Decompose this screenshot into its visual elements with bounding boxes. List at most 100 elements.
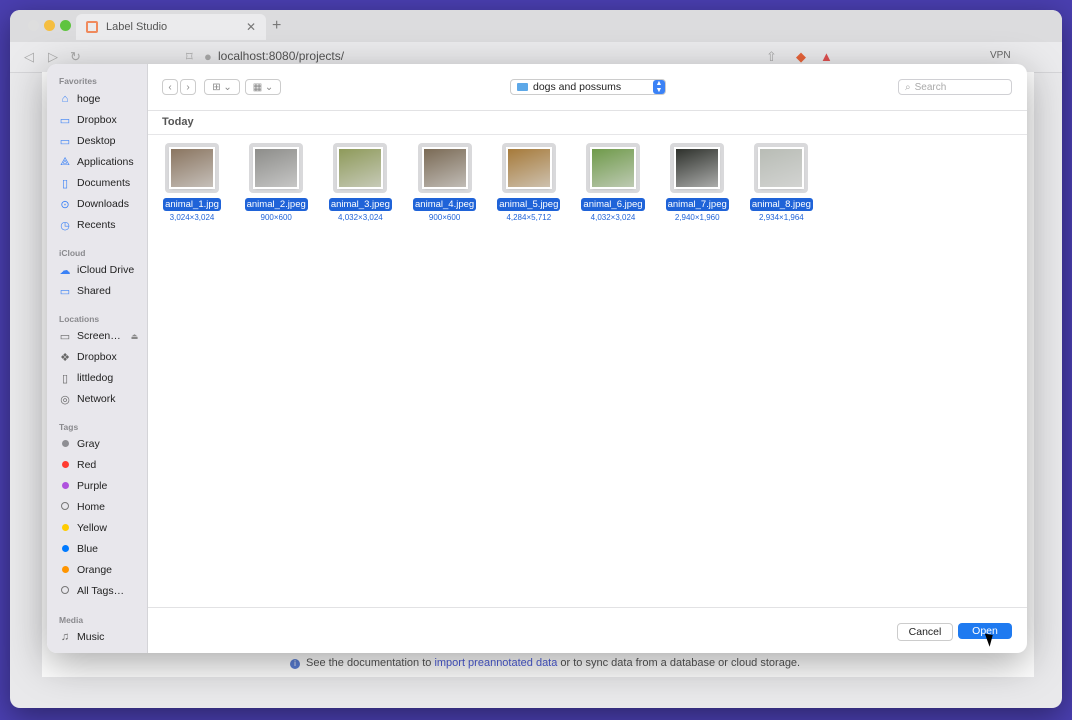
vpn-button[interactable]: VPN [990, 50, 1011, 61]
view-mode-button[interactable]: ⊞ ⌄ [204, 79, 240, 95]
file-name: animal_5.jpeg [497, 198, 561, 211]
share-icon[interactable]: ⇧ [766, 49, 777, 65]
bookmark-icon[interactable]: ⌑ [186, 49, 193, 65]
file-dimensions: 900×600 [260, 213, 292, 222]
reload-icon[interactable]: ↻ [70, 49, 81, 65]
file-thumbnail [165, 143, 219, 193]
icon-view-icon: ⊞ ⌄ [212, 81, 232, 93]
eject-icon[interactable]: ⏏ [131, 332, 139, 341]
sidebar-item-favorites[interactable]: ▯ Documents [59, 174, 143, 192]
back-icon[interactable]: ◁ [24, 49, 34, 65]
address-field[interactable]: localhost:8080/projects/ [218, 49, 344, 63]
image-preview [676, 149, 719, 187]
file-name: animal_4.jpeg [413, 198, 477, 211]
file-item[interactable]: animal_4.jpeg 900×600 [403, 143, 487, 222]
sidebar-item-tags[interactable]: Home [59, 498, 143, 516]
location-popup[interactable]: dogs and possums ▲ ▼ [510, 79, 666, 95]
tag-dot-icon [59, 459, 71, 471]
sidebar-item-tags[interactable]: Purple [59, 477, 143, 495]
file-item[interactable]: animal_1.jpg 3,024×3,024 [150, 143, 234, 222]
group-grid-icon: ▦ ⌄ [252, 81, 274, 93]
sidebar-item-favorites[interactable]: ▭ Desktop [59, 132, 143, 150]
image-preview [507, 149, 550, 187]
forward-icon[interactable]: ▷ [48, 49, 58, 65]
sidebar-item-icloud[interactable]: ☁ iCloud Drive [59, 261, 143, 279]
chevron-left-icon: ‹ [168, 81, 172, 93]
cancel-button[interactable]: Cancel [897, 623, 953, 641]
chevron-updown-icon: ▲ ▼ [653, 80, 665, 94]
brave-shield-icon[interactable]: ◆ [796, 49, 806, 65]
sidebar-item-tags[interactable]: Orange [59, 561, 143, 579]
sidebar-section-header: Media [59, 615, 84, 625]
image-preview [255, 149, 298, 187]
new-tab-button[interactable]: + [272, 17, 281, 35]
sidebar-item-locations[interactable]: ❖ Dropbox [59, 348, 143, 366]
file-thumbnail [754, 143, 809, 193]
image-preview [339, 149, 382, 187]
zoom-window-button[interactable] [60, 20, 71, 31]
close-tab-icon[interactable]: ✕ [246, 20, 256, 34]
sidebar-item-favorites[interactable]: ⊙ Downloads [59, 195, 143, 213]
browser-tab[interactable]: Label Studio ✕ [76, 14, 266, 40]
sidebar-item-label: Gray [77, 438, 100, 450]
sidebar-item-locations[interactable]: ▭ Screen… ⏏ [59, 327, 143, 345]
minimize-window-button[interactable] [44, 20, 55, 31]
divider [148, 607, 1027, 608]
tag-dot-icon [59, 480, 71, 492]
close-window-button[interactable] [28, 20, 39, 31]
search-placeholder: Search [914, 81, 947, 93]
file-item[interactable]: animal_5.jpeg 4,284×5,712 [487, 143, 571, 222]
file-item[interactable]: animal_8.jpeg 2,934×1,964 [739, 143, 823, 222]
sidebar-item-tags[interactable]: Blue [59, 540, 143, 558]
sidebar-item-favorites[interactable]: ▭ Dropbox [59, 111, 143, 129]
file-icon: ▯ [61, 372, 69, 385]
file-item[interactable]: animal_6.jpeg 4,032×3,024 [571, 143, 655, 222]
house-icon: ⌂ [61, 93, 69, 105]
file-dimensions: 4,032×3,024 [590, 213, 636, 222]
file-dimensions: 2,940×1,960 [674, 213, 720, 222]
import-docs-link[interactable]: import preannotated data [434, 657, 557, 669]
sidebar-section-header: Favorites [59, 76, 97, 86]
file-item[interactable]: animal_2.jpeg 900×600 [234, 143, 318, 222]
forward-button[interactable]: › [180, 79, 196, 95]
search-input[interactable]: ⌕ Search [898, 79, 1012, 95]
sidebar-item-label: Applications [77, 156, 134, 168]
tag-dot-icon [59, 501, 71, 513]
sidebar-item-label: Red [77, 459, 97, 471]
folder-icon [517, 83, 528, 91]
sidebar-item-favorites[interactable]: ◷ Recents [59, 216, 143, 234]
tag-dot-icon [59, 543, 71, 555]
file-name: animal_6.jpeg [581, 198, 645, 211]
site-info-icon[interactable]: ● [204, 49, 212, 64]
file-dimensions: 4,032×3,024 [338, 213, 383, 222]
tag-dot-icon [59, 585, 71, 597]
rewards-icon[interactable]: ▲ [820, 49, 833, 64]
sidebar-item-favorites[interactable]: ⌂ hoge [59, 90, 143, 108]
download-icon: ⊙ [60, 198, 70, 211]
file-name: animal_7.jpeg [665, 198, 729, 211]
file-name: animal_3.jpeg [328, 198, 392, 211]
file-item[interactable]: animal_3.jpeg 4,032×3,024 [318, 143, 402, 222]
info-icon: i [290, 659, 300, 669]
group-by-button[interactable]: ▦ ⌄ [245, 79, 281, 95]
sidebar-item-tags[interactable]: Gray [59, 435, 143, 453]
applications-icon: ⟁ [60, 155, 70, 168]
sidebar-item-favorites[interactable]: ⟁ Applications [59, 153, 143, 171]
sidebar-item-icloud[interactable]: ▭ Shared [59, 282, 143, 300]
sidebar-item-tags[interactable]: All Tags… [59, 582, 143, 600]
sidebar-item-label: Orange [77, 564, 113, 576]
tag-dot-icon [59, 438, 71, 450]
sidebar-item-label: littledog [77, 372, 114, 384]
sidebar-item-label: hoge [77, 93, 101, 105]
sidebar-item-locations[interactable]: ◎ Network [59, 390, 143, 408]
sidebar-item-tags[interactable]: Red [59, 456, 143, 474]
file-thumbnail [501, 143, 556, 193]
file-item[interactable]: animal_7.jpeg 2,940×1,960 [655, 143, 739, 222]
sidebar-item-locations[interactable]: ▯ littledog [59, 369, 143, 387]
sidebar-item-media[interactable]: ♫ Music [59, 628, 143, 646]
sidebar-item-label: Home [77, 501, 106, 513]
sidebar-item-tags[interactable]: Yellow [59, 519, 143, 537]
back-button[interactable]: ‹ [162, 79, 178, 95]
image-preview [592, 149, 634, 187]
file-dimensions: 2,934×1,964 [759, 213, 804, 222]
